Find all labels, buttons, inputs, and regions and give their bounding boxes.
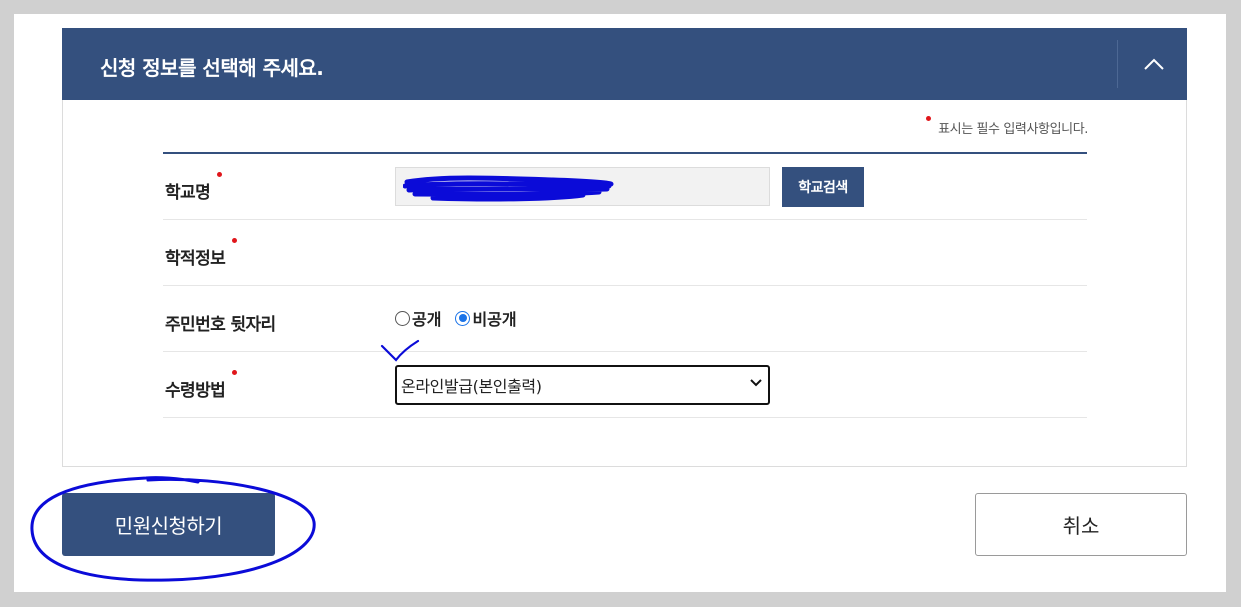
- school-label: 학교명: [165, 172, 223, 203]
- receive-method-select[interactable]: 온라인발급(본인출력): [395, 365, 770, 405]
- circle-annotation: [30, 476, 316, 582]
- form-row-resident-number: 주민번호 뒷자리 공개 비공개: [163, 286, 1087, 352]
- cancel-button[interactable]: 취소: [975, 493, 1187, 556]
- panel-header: 신청 정보를 선택해 주세요.: [62, 28, 1187, 100]
- required-note-text: 표시는 필수 입력사항입니다.: [938, 122, 1088, 137]
- resident-number-radio-group: 공개 비공개: [395, 306, 531, 330]
- resident-number-label: 주민번호 뒷자리: [165, 310, 276, 335]
- academic-label-text: 학적정보: [165, 249, 226, 269]
- panel-title: 신청 정보를 선택해 주세요.: [100, 56, 324, 80]
- receive-method-label: 수령방법: [165, 370, 238, 401]
- required-note: 표시는 필수 입력사항입니다.: [926, 116, 1088, 137]
- receive-method-label-text: 수령방법: [165, 381, 226, 401]
- form-row-school: 학교명 학교검색: [163, 154, 1087, 220]
- chevron-down-icon: [750, 379, 762, 387]
- collapse-button[interactable]: [1120, 28, 1187, 100]
- radio-private[interactable]: 비공개: [455, 306, 517, 330]
- radio-private-circle[interactable]: [455, 310, 471, 326]
- school-label-text: 학교명: [165, 183, 211, 203]
- required-dot-icon: [217, 172, 223, 177]
- form-row-receive-method: 수령방법 온라인발급(본인출력): [163, 352, 1087, 418]
- academic-label: 학적정보: [165, 238, 238, 269]
- form-row-academic: 학적정보: [163, 220, 1087, 286]
- radio-public[interactable]: 공개: [395, 306, 441, 330]
- page: 신청 정보를 선택해 주세요. 표시는 필수 입력사항입니다. 학교명 학교검색…: [14, 14, 1226, 592]
- receive-method-selected: 온라인발급(본인출력): [401, 377, 542, 396]
- redaction-scribble: [403, 175, 614, 202]
- school-search-button[interactable]: 학교검색: [782, 167, 864, 207]
- required-dot-icon: [232, 370, 238, 375]
- checkmark-annotation-icon: [380, 339, 420, 362]
- radio-public-circle[interactable]: [395, 310, 410, 326]
- required-dot-icon: [926, 116, 932, 121]
- resident-number-label-text: 주민번호 뒷자리: [165, 315, 276, 335]
- required-dot-icon: [232, 238, 238, 243]
- radio-private-label: 비공개: [472, 310, 517, 329]
- radio-public-label: 공개: [412, 310, 442, 329]
- chevron-up-icon: [1143, 58, 1164, 70]
- panel-body: 표시는 필수 입력사항입니다. 학교명 학교검색 학적정보 주민번호 뒷자리 공…: [62, 100, 1187, 467]
- header-divider: [1117, 40, 1118, 88]
- form-table: 학교명 학교검색 학적정보 주민번호 뒷자리 공개 비공개 수령방법 온라인발급…: [163, 152, 1087, 418]
